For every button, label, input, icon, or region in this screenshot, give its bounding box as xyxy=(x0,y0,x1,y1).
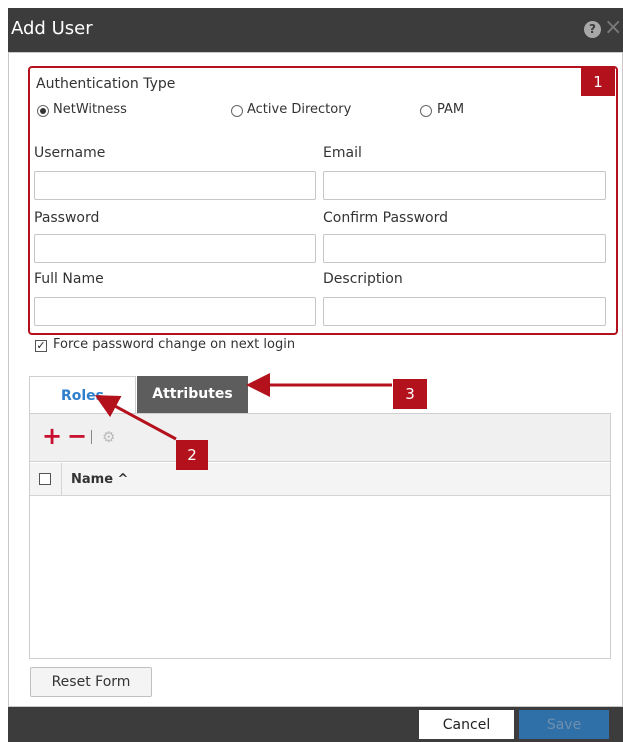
roles-toolbar: + − ⚙ xyxy=(30,414,610,462)
callout-badge-2: 2 xyxy=(176,440,208,470)
callout-badge-3: 3 xyxy=(393,379,427,409)
dialog-footer: Cancel Save xyxy=(8,707,623,742)
close-icon[interactable]: × xyxy=(604,17,622,39)
help-icon[interactable]: ? xyxy=(584,21,601,38)
force-password-label[interactable]: Force password change on next login xyxy=(53,337,295,352)
cancel-button[interactable]: Cancel xyxy=(419,710,514,739)
select-all-checkbox[interactable] xyxy=(39,473,51,485)
dialog-titlebar: Add User ? × xyxy=(8,8,623,52)
dialog-title: Add User xyxy=(11,18,93,39)
roles-panel: + − ⚙ Name ^ xyxy=(29,413,611,659)
gear-icon[interactable]: ⚙ xyxy=(102,428,115,446)
column-divider xyxy=(61,463,62,496)
roles-grid-header: Name ^ xyxy=(30,463,610,496)
tab-attributes-label: Attributes xyxy=(152,386,233,402)
reset-form-button[interactable]: Reset Form xyxy=(30,667,152,697)
tab-attributes[interactable]: Attributes xyxy=(137,376,248,414)
plus-icon[interactable]: + xyxy=(42,424,62,448)
callout-badge-1: 1 xyxy=(581,68,615,96)
toolbar-separator xyxy=(91,430,92,444)
check-icon: ✓ xyxy=(36,339,46,352)
save-button[interactable]: Save xyxy=(519,710,609,739)
callout-box-1 xyxy=(28,66,618,335)
dialog-body: Authentication Type NetWitness Active Di… xyxy=(8,52,623,707)
minus-icon[interactable]: − xyxy=(67,424,87,448)
tab-roles[interactable]: Roles xyxy=(29,376,136,416)
tab-roles-label: Roles xyxy=(60,388,105,404)
force-password-checkbox[interactable]: ✓ xyxy=(35,340,47,352)
column-header-name[interactable]: Name ^ xyxy=(71,472,128,487)
add-user-dialog: Add User ? × Authentication Type NetWitn… xyxy=(8,8,623,742)
